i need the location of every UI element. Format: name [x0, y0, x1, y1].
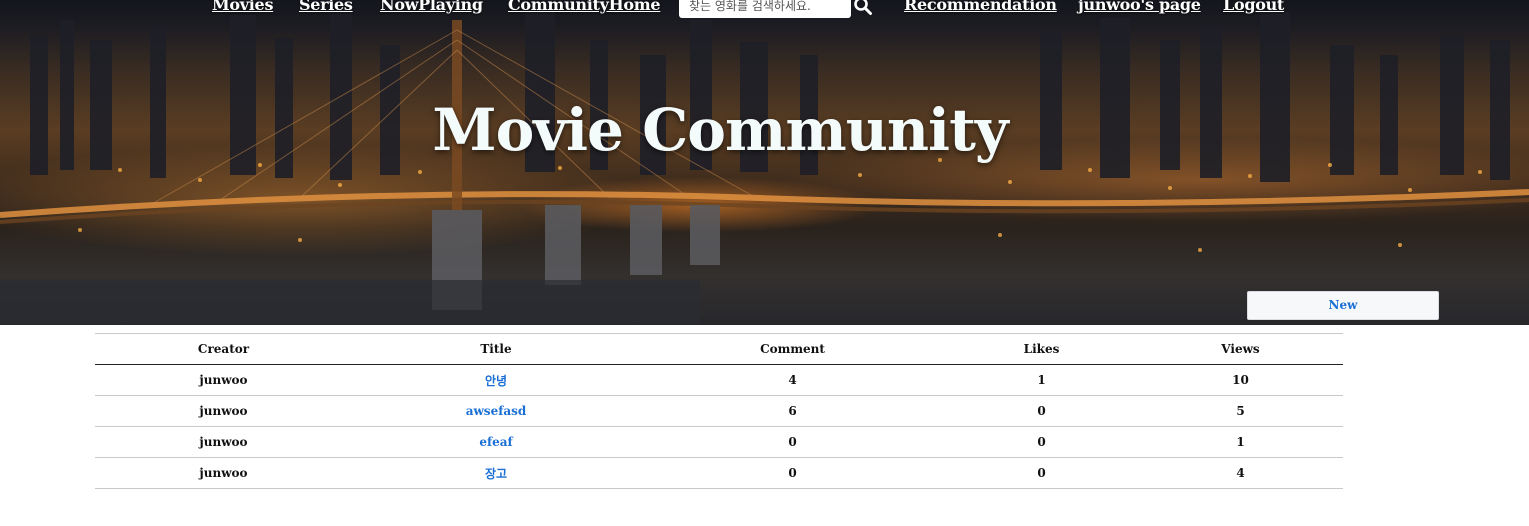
nav-series-link[interactable]: Series — [299, 0, 353, 14]
post-comment-count: 6 — [788, 404, 797, 418]
post-views-count: 10 — [1232, 373, 1249, 387]
table-row: junwoo 장고 0 0 4 — [95, 458, 1343, 489]
post-views-count: 5 — [1236, 404, 1245, 418]
post-likes-count: 0 — [1037, 435, 1046, 449]
table-header-row: Creator Title Comment Likes Views — [95, 333, 1343, 365]
post-title-link[interactable]: efeaf — [479, 435, 512, 449]
column-header-comment: Comment — [760, 342, 825, 356]
post-comment-count: 0 — [788, 435, 797, 449]
post-likes-count: 0 — [1037, 404, 1046, 418]
community-posts-table: Creator Title Comment Likes Views junwoo… — [95, 333, 1343, 489]
search-icon[interactable] — [853, 0, 873, 16]
post-title-link[interactable]: 장고 — [485, 467, 507, 481]
post-title-link[interactable]: 안녕 — [485, 374, 507, 388]
nav-user-page-link[interactable]: junwoo's page — [1078, 0, 1201, 14]
post-creator: junwoo — [199, 404, 248, 418]
post-title-link[interactable]: awsefasd — [466, 404, 527, 418]
post-creator: junwoo — [199, 435, 248, 449]
table-row: junwoo efeaf 0 0 1 — [95, 427, 1343, 458]
post-comment-count: 4 — [788, 373, 797, 387]
new-post-button[interactable]: New — [1247, 291, 1439, 320]
post-comment-count: 0 — [788, 466, 797, 480]
nav-recommendation-link[interactable]: Recommendation — [904, 0, 1057, 14]
column-header-creator: Creator — [197, 342, 250, 356]
nav-now-playing-link[interactable]: NowPlaying — [380, 0, 483, 14]
column-header-title: Title — [480, 342, 512, 356]
movie-search-input[interactable] — [679, 0, 851, 18]
post-creator: junwoo — [199, 466, 248, 480]
nav-movies-link[interactable]: Movies — [212, 0, 273, 14]
nav-community-home-link[interactable]: CommunityHome — [508, 0, 661, 14]
post-likes-count: 0 — [1037, 466, 1046, 480]
page-title: Movie Community — [432, 96, 1008, 164]
table-row: junwoo awsefasd 6 0 5 — [95, 396, 1343, 427]
post-views-count: 4 — [1236, 466, 1245, 480]
post-likes-count: 1 — [1037, 373, 1046, 387]
top-navigation: Movies Series NowPlaying CommunityHome R… — [0, 0, 1529, 20]
table-row: junwoo 안녕 4 1 10 — [95, 365, 1343, 396]
nav-logout-link[interactable]: Logout — [1223, 0, 1284, 14]
hero-banner: Movie Community — [0, 0, 1529, 325]
post-creator: junwoo — [199, 373, 248, 387]
post-views-count: 1 — [1236, 435, 1245, 449]
column-header-views: Views — [1221, 342, 1260, 356]
column-header-likes: Likes — [1023, 342, 1060, 356]
